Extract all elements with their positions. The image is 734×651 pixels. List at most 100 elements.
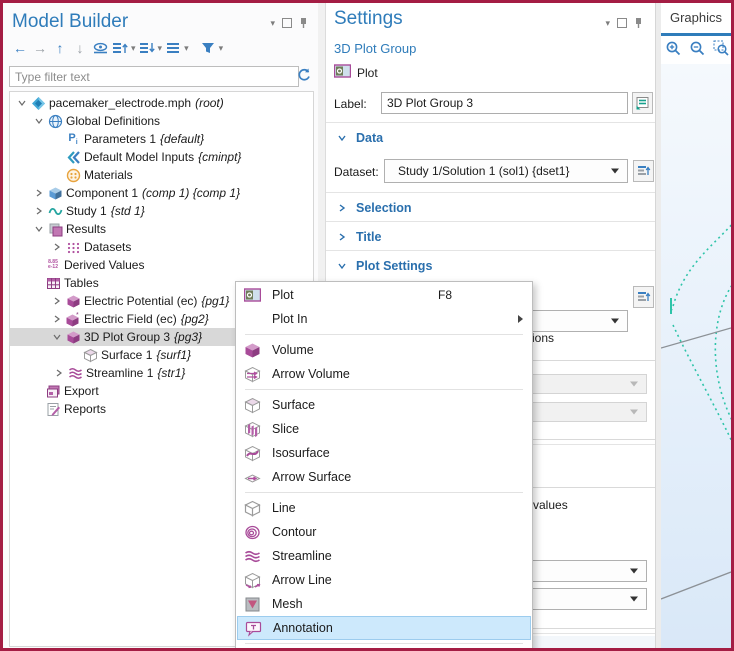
- tree-item-root[interactable]: pacemaker_electrode.mph (root): [10, 94, 313, 112]
- filter-caret-icon[interactable]: ▾: [219, 44, 224, 53]
- tree-item-tag: {str1}: [157, 366, 185, 380]
- tree-item-component[interactable]: Component 1 (comp 1) {comp 1}: [10, 184, 313, 202]
- show-icon[interactable]: [91, 39, 109, 57]
- filter-input[interactable]: [9, 66, 299, 87]
- go-to-source-button[interactable]: [633, 286, 654, 308]
- expand-all-icon[interactable]: [111, 39, 129, 57]
- menu-item-contour[interactable]: Contour: [236, 520, 532, 544]
- menu-shortcut: F8: [438, 288, 452, 302]
- menu-item-plot-in[interactable]: Plot In: [236, 307, 532, 331]
- annotation-icon: [245, 620, 262, 637]
- tree-item-study[interactable]: Study 1 {std 1}: [10, 202, 313, 220]
- chevron-collapsed-icon[interactable]: [49, 297, 65, 305]
- geometry-edge-line: [661, 572, 731, 599]
- tree-item-label: Component 1: [66, 186, 138, 200]
- slice-icon: [244, 421, 261, 438]
- arrow-line-icon: [244, 572, 261, 589]
- float-window-icon[interactable]: [282, 18, 292, 28]
- move-up-icon[interactable]: ↑: [51, 39, 69, 57]
- filter-funnel-icon[interactable]: [199, 39, 217, 57]
- zoom-in-icon[interactable]: [665, 40, 682, 57]
- collapse-all-caret-icon[interactable]: ▾: [158, 44, 163, 53]
- menu-item-streamline[interactable]: Streamline: [236, 544, 532, 568]
- dropdown-caret-icon[interactable]: ▾: [605, 19, 610, 28]
- menu-item-surface[interactable]: Surface: [236, 393, 532, 417]
- pin-icon[interactable]: [634, 17, 643, 29]
- chevron-expanded-icon[interactable]: [49, 333, 65, 341]
- chevron-collapsed-icon[interactable]: [49, 315, 65, 323]
- menu-item-slice[interactable]: Slice: [236, 417, 532, 441]
- graphics-tab[interactable]: Graphics: [661, 10, 731, 25]
- derived-values-icon: 8.85e-12: [45, 257, 61, 273]
- float-window-icon[interactable]: [617, 18, 627, 28]
- menu-item-label: Volume: [272, 343, 314, 357]
- menu-item-label: Annotation: [273, 621, 333, 635]
- tree-item-default-model-inputs[interactable]: Default Model Inputs {cminpt}: [10, 148, 313, 166]
- chevron-collapsed-icon[interactable]: [51, 369, 67, 377]
- submenu-arrow-icon: [518, 315, 523, 323]
- zoom-extents-icon[interactable]: [713, 40, 730, 57]
- menu-item-mesh[interactable]: Mesh: [236, 592, 532, 616]
- tree-item-parameters[interactable]: Pi Parameters 1 {default}: [10, 130, 313, 148]
- menu-item-arrow-line[interactable]: Arrow Line: [236, 568, 532, 592]
- section-title[interactable]: Title: [334, 230, 381, 244]
- rename-button[interactable]: [632, 92, 653, 114]
- surface-cube-icon: [244, 397, 261, 414]
- chevron-expanded-icon[interactable]: [31, 225, 47, 233]
- back-icon[interactable]: ←: [11, 39, 29, 57]
- collapse-all-icon[interactable]: [138, 39, 156, 57]
- move-down-icon[interactable]: ↓: [71, 39, 89, 57]
- section-plot-settings[interactable]: Plot Settings: [334, 259, 432, 273]
- chevron-collapsed-icon[interactable]: [31, 189, 47, 197]
- streamline-waves-icon: [244, 548, 261, 565]
- tree-item-tag: {std 1}: [111, 204, 145, 218]
- pin-icon[interactable]: [299, 17, 308, 29]
- tree-item-materials[interactable]: Materials: [10, 166, 313, 184]
- tree-item-results[interactable]: Results: [10, 220, 313, 238]
- tree-item-derived-values[interactable]: 8.85e-12 Derived Values: [10, 256, 313, 274]
- parameters-icon: Pi: [65, 131, 81, 147]
- chevron-collapsed-icon[interactable]: [49, 243, 65, 251]
- reports-icon: [45, 401, 61, 417]
- menu-item-arrow-surface[interactable]: Arrow Surface: [236, 465, 532, 489]
- tree-item-datasets[interactable]: Datasets: [10, 238, 313, 256]
- menu-item-arrow-volume[interactable]: Arrow Volume: [236, 362, 532, 386]
- menu-item-label: Contour: [272, 525, 316, 539]
- chevron-collapsed-icon[interactable]: [31, 207, 47, 215]
- tree-item-global-definitions[interactable]: Global Definitions: [10, 112, 313, 130]
- component-cube-icon: [47, 185, 63, 201]
- plot-button[interactable]: Plot: [334, 64, 378, 81]
- menu-item-label: Isosurface: [272, 446, 330, 460]
- menu-item-isosurface[interactable]: Isosurface: [236, 441, 532, 465]
- zoom-out-icon[interactable]: [689, 40, 706, 57]
- chevron-expanded-icon[interactable]: [14, 99, 30, 107]
- menu-item-more-volume-plots[interactable]: More Volume Plots: [236, 647, 532, 651]
- plot-group-cube-icon: [65, 293, 81, 309]
- dropdown-arrow-icon: [611, 319, 619, 324]
- menu-item-plot[interactable]: Plot F8: [236, 283, 532, 307]
- menu-item-volume[interactable]: Volume: [236, 338, 532, 362]
- model-tree-caret-icon[interactable]: ▾: [184, 44, 189, 53]
- dropdown-caret-icon[interactable]: ▾: [270, 19, 275, 28]
- plot-icon: [244, 287, 261, 304]
- streamline-curve: [715, 281, 731, 424]
- refresh-icon[interactable]: [296, 67, 312, 86]
- go-to-source-button[interactable]: [633, 160, 654, 182]
- chevron-expanded-icon[interactable]: [31, 117, 47, 125]
- arrow-surface-icon: [244, 469, 261, 486]
- menu-item-annotation[interactable]: Annotation: [237, 616, 531, 640]
- tree-item-label: Streamline 1: [86, 366, 153, 380]
- menu-item-label: Arrow Surface: [272, 470, 351, 484]
- tables-icon: [45, 275, 61, 291]
- label-input[interactable]: [381, 92, 628, 114]
- model-tree-node-text-icon[interactable]: [164, 39, 182, 57]
- expand-all-caret-icon[interactable]: ▾: [131, 44, 136, 53]
- section-data[interactable]: Data: [334, 131, 383, 145]
- graphics-tab-underline: [661, 33, 731, 36]
- graphics-canvas[interactable]: [661, 64, 731, 648]
- menu-item-line[interactable]: Line: [236, 496, 532, 520]
- clipped-checkbox-label: values: [533, 498, 568, 512]
- dataset-dropdown[interactable]: Study 1/Solution 1 (sol1) {dset1}: [384, 159, 628, 183]
- section-selection[interactable]: Selection: [334, 201, 412, 215]
- forward-icon[interactable]: →: [31, 39, 49, 57]
